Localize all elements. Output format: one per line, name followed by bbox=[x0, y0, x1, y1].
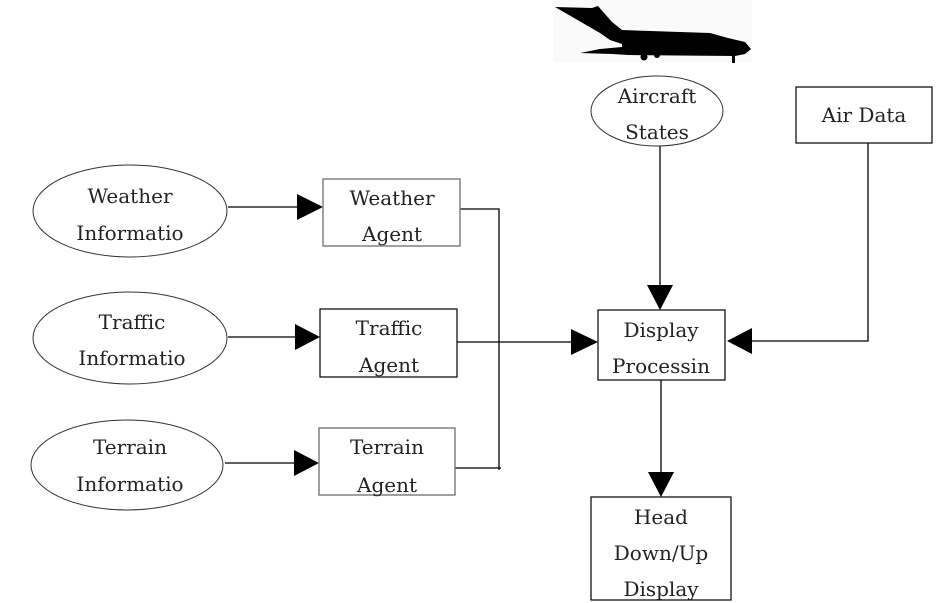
label: Informatio bbox=[76, 472, 183, 496]
label: Processin bbox=[612, 354, 710, 378]
node-weather-agent: Weather Agent bbox=[322, 178, 461, 247]
label: Air Data bbox=[821, 103, 907, 127]
label: States bbox=[625, 120, 689, 144]
label: Display bbox=[623, 577, 699, 601]
label: Agent bbox=[358, 353, 419, 377]
label: Head bbox=[634, 505, 688, 529]
system-diagram: Aircraft States Air Data Weather Informa… bbox=[30, 0, 933, 601]
label: Terrain bbox=[350, 435, 424, 459]
label: Display bbox=[623, 318, 699, 342]
label: Down/Up bbox=[614, 541, 708, 565]
airplane-icon bbox=[553, 0, 752, 63]
label: Traffic bbox=[356, 316, 423, 340]
label: Aircraft bbox=[617, 84, 697, 108]
label: Traffic bbox=[99, 310, 166, 334]
node-display-processing: Display Processin bbox=[597, 309, 726, 381]
node-terrain-agent: Terrain Agent bbox=[318, 427, 456, 497]
node-head-down-up-display: Head Down/Up Display bbox=[590, 496, 732, 601]
node-weather-information: Weather Informatio bbox=[32, 164, 228, 258]
label: Weather bbox=[350, 186, 435, 210]
node-aircraft-states: Aircraft States bbox=[590, 75, 724, 147]
label: Informatio bbox=[76, 221, 183, 245]
label: Weather bbox=[88, 184, 173, 208]
node-air-data: Air Data bbox=[795, 86, 933, 144]
label: Agent bbox=[356, 473, 417, 497]
node-traffic-agent: Traffic Agent bbox=[319, 308, 458, 378]
label: Informatio bbox=[78, 346, 185, 370]
label: Agent bbox=[361, 222, 422, 246]
node-terrain-information: Terrain Informatio bbox=[30, 419, 224, 511]
node-traffic-information: Traffic Informatio bbox=[32, 291, 228, 385]
label: Terrain bbox=[93, 435, 167, 459]
